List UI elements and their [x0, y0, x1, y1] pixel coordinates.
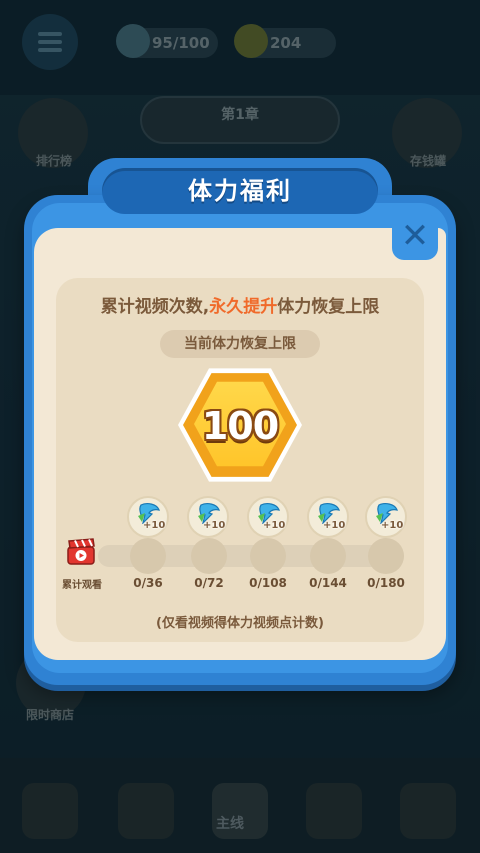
reward-108[interactable]: +10	[247, 496, 289, 538]
milestone-progress: 0/144	[309, 576, 347, 590]
reward-amount: +10	[143, 520, 166, 531]
milestone-progress: 0/180	[367, 576, 405, 590]
headline-highlight: 永久提升	[209, 297, 278, 317]
milestone-node	[368, 538, 404, 574]
reward-72[interactable]: +10	[187, 496, 229, 538]
milestone-progress: 0/72	[194, 576, 224, 590]
reward-144[interactable]: +10	[307, 496, 349, 538]
current-limit-badge: 100	[178, 366, 302, 484]
headline-pre: 累计视频次数,	[100, 297, 210, 317]
close-x-icon: ✕	[400, 216, 430, 256]
milestone-node	[191, 538, 227, 574]
progress-start-label: 累计观看	[62, 580, 102, 591]
reward-180[interactable]: +10	[365, 496, 407, 538]
headline-post: 体力恢复上限	[277, 297, 380, 317]
reward-amount: +10	[203, 520, 226, 531]
current-limit-label: 当前体力恢复上限	[160, 330, 320, 358]
reward-amount: +10	[263, 520, 286, 531]
reward-amount: +10	[323, 520, 346, 531]
milestone-progress: 0/108	[249, 576, 287, 590]
current-limit-value: 100	[201, 404, 279, 448]
headline: 累计视频次数,永久提升体力恢复上限	[56, 292, 424, 317]
close-button[interactable]: ✕	[392, 214, 438, 260]
reward-36[interactable]: +10	[127, 496, 169, 538]
milestone-node	[250, 538, 286, 574]
milestone-progress: 0/36	[133, 576, 163, 590]
milestone-node	[130, 538, 166, 574]
reward-amount: +10	[381, 520, 404, 531]
video-clapper-icon	[67, 538, 95, 565]
modal-title: 体力福利	[188, 177, 292, 205]
milestone-node	[310, 538, 346, 574]
footnote: (仅看视频得体力视频点计数)	[156, 616, 324, 631]
